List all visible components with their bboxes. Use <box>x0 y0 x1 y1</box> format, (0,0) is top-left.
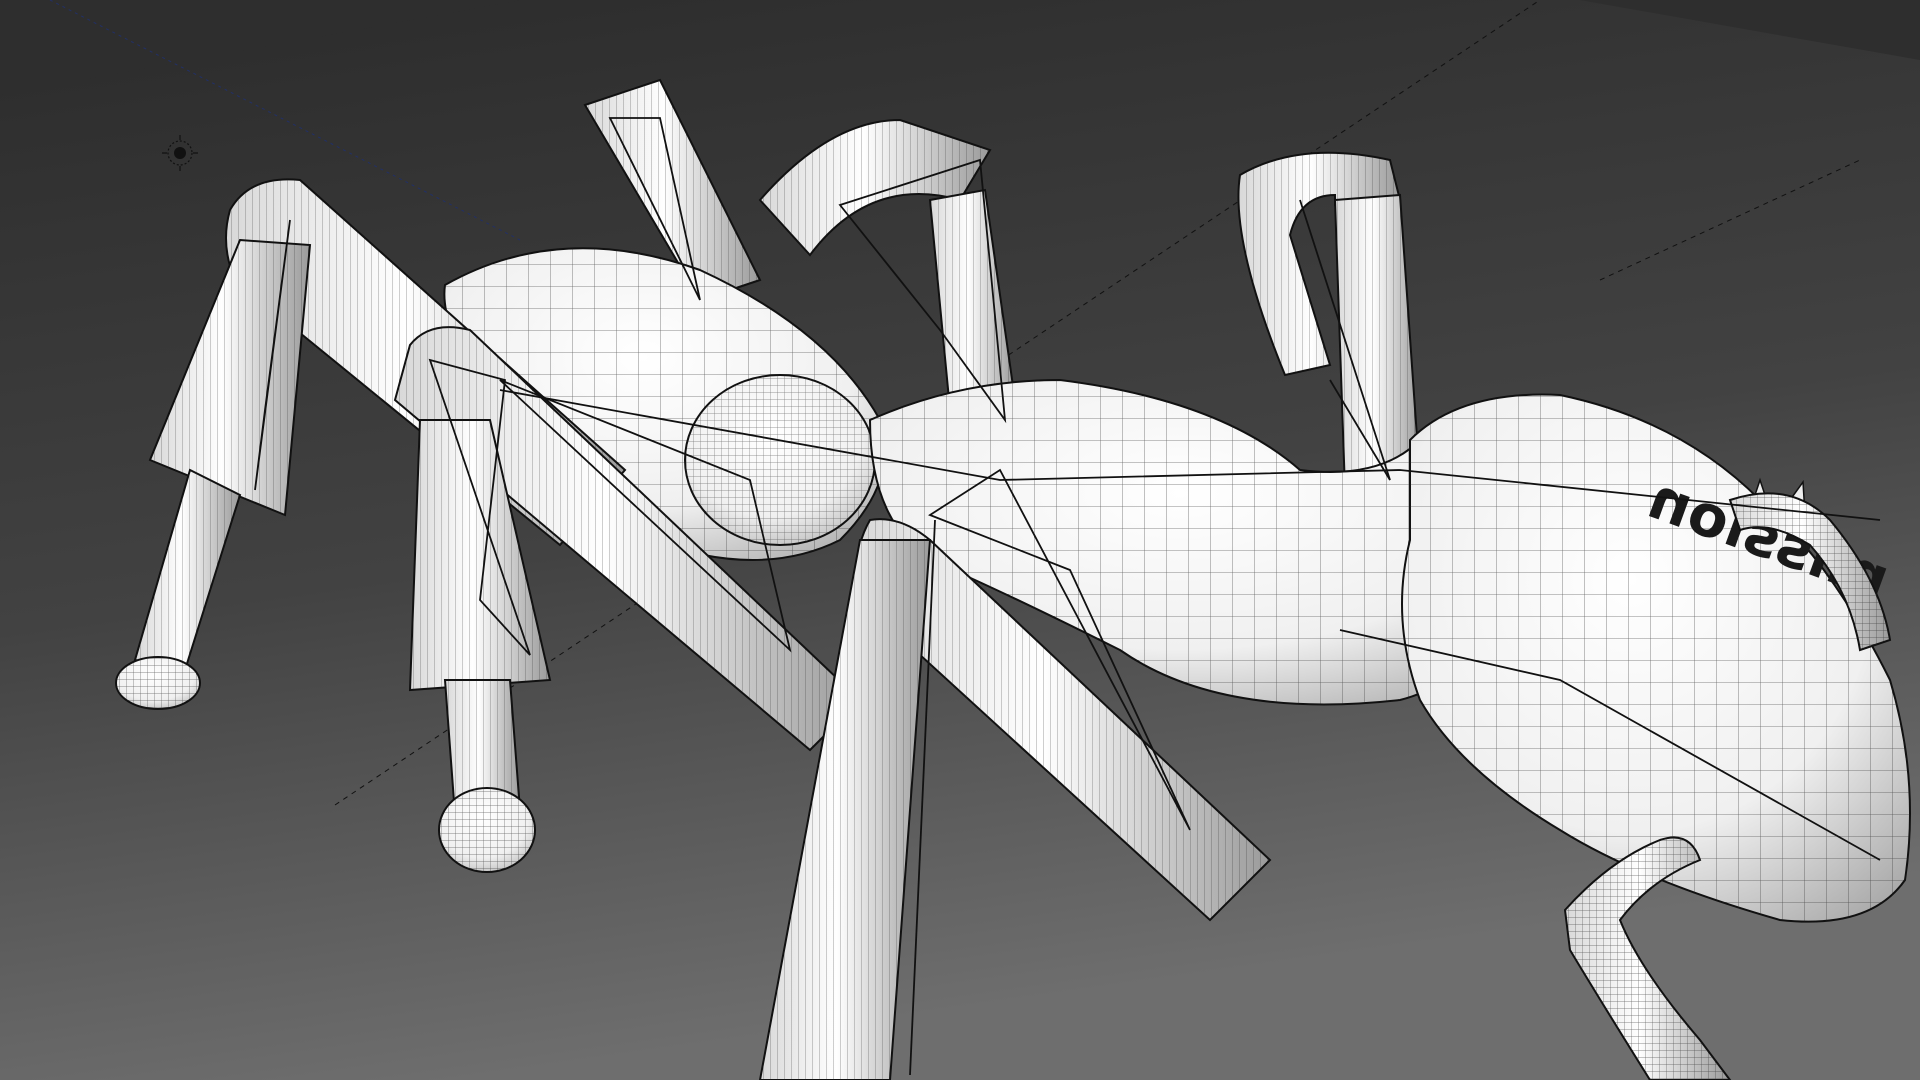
viewport-canvas[interactable]: mission <box>0 0 1920 1080</box>
ant-petiole[interactable] <box>684 374 876 546</box>
front-left-foot[interactable] <box>115 656 201 710</box>
3d-viewport[interactable]: mission <box>0 0 1920 1080</box>
mid-left-foot[interactable] <box>438 787 536 873</box>
